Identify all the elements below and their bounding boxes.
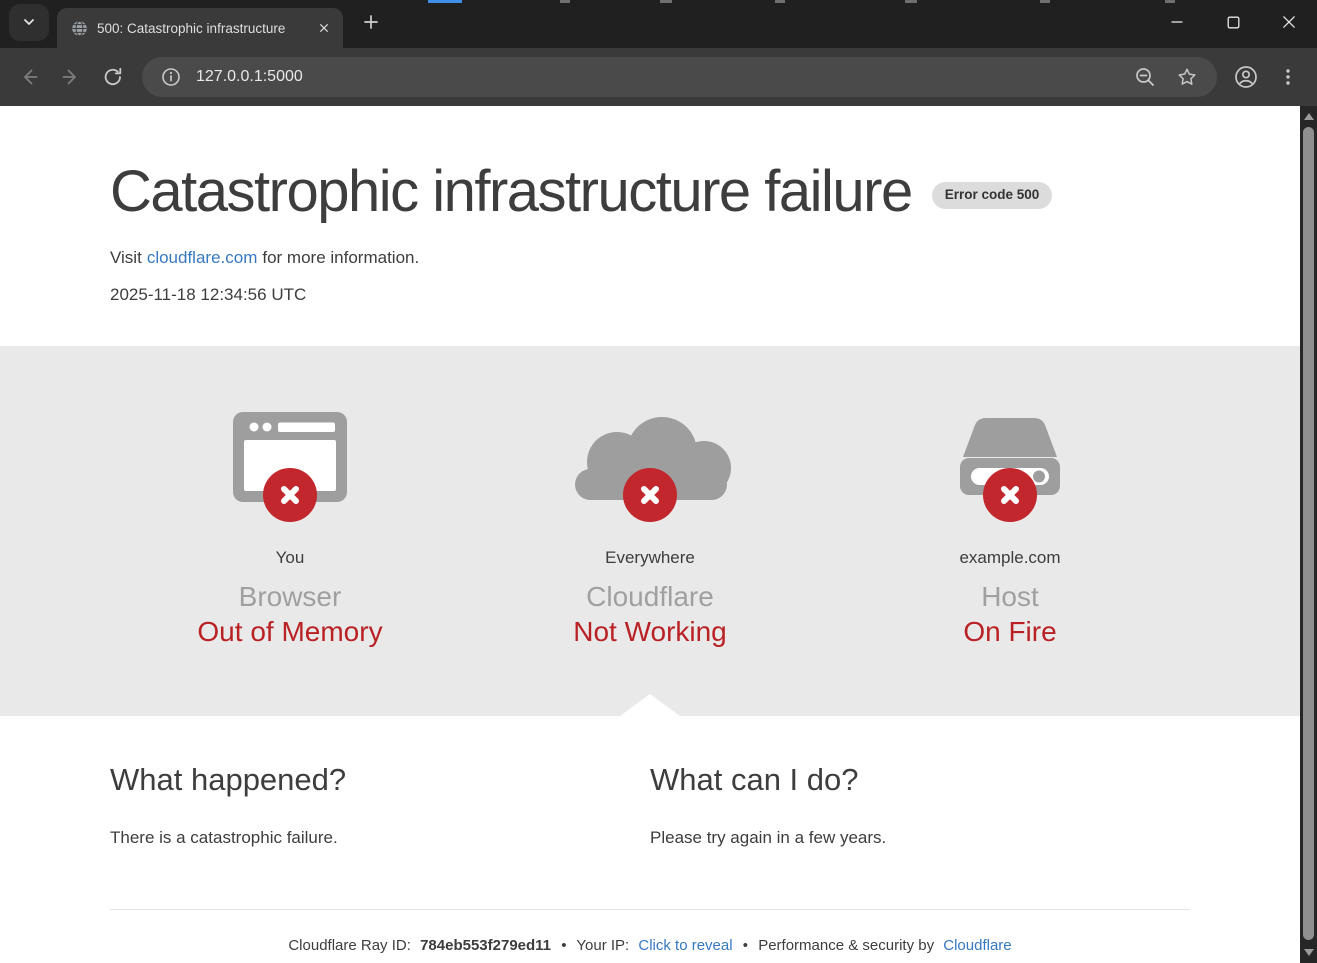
profile-button[interactable]	[1225, 56, 1267, 98]
tab-close-button[interactable]	[313, 17, 335, 39]
browser-toolbar: 127.0.0.1:5000	[0, 48, 1317, 106]
x-icon	[998, 483, 1022, 507]
status-band: You Browser Out of Memory	[0, 346, 1300, 716]
credit-text: Performance & security by	[758, 937, 934, 954]
top-edge-artifacts	[0, 0, 1317, 3]
status-text: On Fire	[830, 616, 1190, 648]
section-body: Please try again in a few years.	[650, 828, 1190, 848]
error-x-badge	[263, 468, 317, 522]
what-happened-column: What happened? There is a catastrophic f…	[110, 762, 650, 865]
status-name: example.com	[830, 548, 1190, 568]
x-icon	[638, 483, 662, 507]
footer-divider	[110, 909, 1190, 910]
site-info-button[interactable]	[154, 60, 188, 94]
error-x-badge	[983, 468, 1037, 522]
explanation-section: What happened? There is a catastrophic f…	[110, 716, 1190, 865]
cloudflare-footer-link[interactable]: Cloudflare	[943, 937, 1011, 954]
url-bar[interactable]: 127.0.0.1:5000	[142, 57, 1217, 97]
minimize-button[interactable]	[1149, 0, 1205, 44]
ip-reveal-link[interactable]: Click to reveal	[638, 937, 732, 954]
section-body: There is a catastrophic failure.	[110, 828, 650, 848]
page-header: Catastrophic infrastructure failureError…	[0, 106, 1300, 346]
timestamp: 2025-11-18 12:34:56 UTC	[110, 285, 1300, 305]
forward-button[interactable]	[50, 56, 92, 98]
page-footer: Cloudflare Ray ID: 784eb553f279ed11 • Yo…	[0, 937, 1300, 954]
error-x-badge	[623, 468, 677, 522]
new-tab-button[interactable]	[353, 4, 389, 40]
tab-search-button[interactable]	[9, 4, 49, 41]
plus-icon	[363, 14, 379, 30]
status-column-host: example.com Host On Fire	[830, 410, 1190, 648]
separator-dot: •	[743, 937, 748, 954]
ray-id-value: 784eb553f279ed11	[420, 937, 551, 954]
back-button[interactable]	[8, 56, 50, 98]
tab-title: 500: Catastrophic infrastructure	[97, 21, 313, 36]
status-role: Host	[830, 581, 1190, 613]
status-column-cloudflare: Everywhere Cloudflare Not Working	[470, 410, 830, 648]
chevron-down-icon	[21, 14, 37, 30]
visit-text: Visitcloudflare.comfor more information.	[110, 248, 1300, 268]
scroll-thumb[interactable]	[1303, 127, 1314, 940]
separator-dot: •	[561, 937, 566, 954]
maximize-icon	[1227, 16, 1240, 29]
what-can-i-do-column: What can I do? Please try again in a few…	[650, 762, 1190, 865]
section-heading: What happened?	[110, 762, 650, 798]
x-icon	[278, 483, 302, 507]
scroll-down-button[interactable]	[1300, 944, 1317, 961]
band-notch	[620, 694, 680, 716]
page-zoom-button[interactable]	[1127, 59, 1163, 95]
close-icon	[319, 22, 329, 34]
user-avatar-icon	[1233, 64, 1259, 90]
scrollbar[interactable]	[1300, 106, 1317, 963]
browser-window: 500: Catastrophic infrastructure	[0, 0, 1317, 963]
arrow-right-icon	[59, 65, 83, 89]
status-column-browser: You Browser Out of Memory	[110, 410, 470, 648]
reload-icon	[101, 65, 125, 89]
tab-strip: 500: Catastrophic infrastructure	[0, 0, 1317, 48]
bookmark-button[interactable]	[1169, 59, 1205, 95]
star-icon	[1176, 66, 1198, 88]
status-text: Not Working	[470, 616, 830, 648]
reload-button[interactable]	[92, 56, 134, 98]
info-icon	[161, 67, 181, 87]
ray-id-label: Cloudflare Ray ID:	[288, 937, 411, 954]
maximize-button[interactable]	[1205, 0, 1261, 44]
status-text: Out of Memory	[110, 616, 470, 648]
status-role: Browser	[110, 581, 470, 613]
triangle-down-icon	[1304, 949, 1314, 956]
page-title: Catastrophic infrastructure failureError…	[110, 160, 1300, 224]
close-window-button[interactable]	[1261, 0, 1317, 44]
status-name: Everywhere	[470, 548, 830, 568]
window-controls	[1149, 0, 1317, 44]
kebab-menu-icon	[1278, 67, 1298, 87]
scroll-up-button[interactable]	[1300, 108, 1317, 125]
close-icon	[1282, 15, 1296, 29]
minimize-icon	[1170, 15, 1184, 29]
url-text[interactable]: 127.0.0.1:5000	[196, 68, 1127, 86]
error-code-badge: Error code 500	[932, 182, 1053, 209]
error-page: Catastrophic infrastructure failureError…	[0, 106, 1300, 963]
status-role: Cloudflare	[470, 581, 830, 613]
menu-button[interactable]	[1267, 56, 1309, 98]
arrow-left-icon	[17, 65, 41, 89]
browser-tab[interactable]: 500: Catastrophic infrastructure	[57, 8, 343, 48]
triangle-up-icon	[1304, 113, 1314, 120]
section-heading: What can I do?	[650, 762, 1190, 798]
your-ip-label: Your IP:	[576, 937, 629, 954]
status-name: You	[110, 548, 470, 568]
cloudflare-link[interactable]: cloudflare.com	[147, 248, 258, 267]
globe-favicon-icon	[71, 20, 88, 37]
magnifier-minus-icon	[1134, 66, 1156, 88]
